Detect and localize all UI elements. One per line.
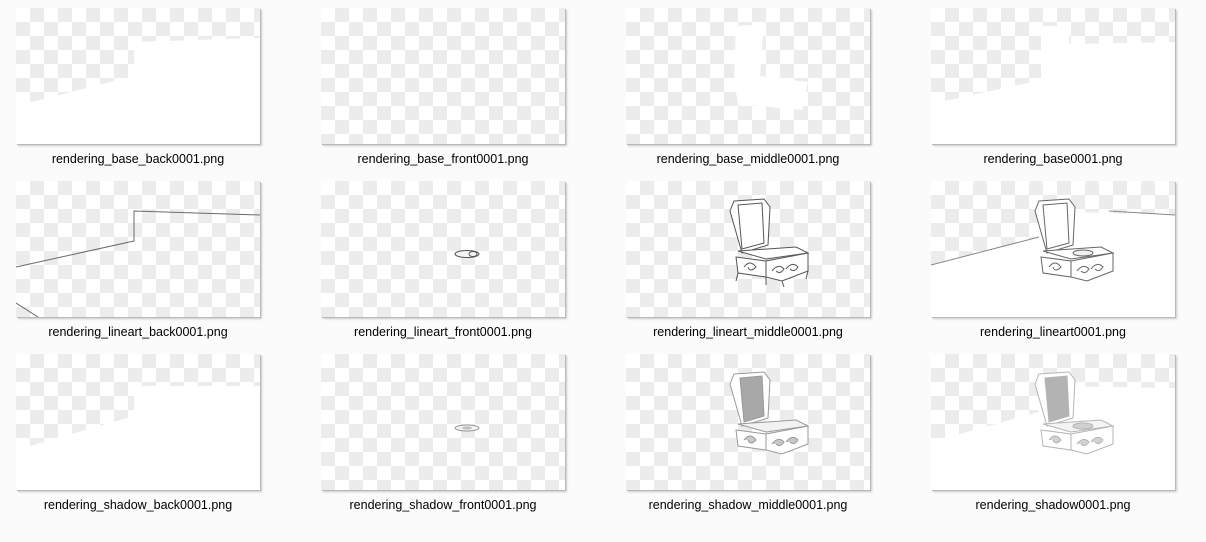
file-item[interactable]: rendering_shadow_back0001.png <box>16 354 286 524</box>
image-thumbnail-icon[interactable] <box>931 354 1175 490</box>
file-name-label[interactable]: rendering_base0001.png <box>911 152 1195 166</box>
file-name-label[interactable]: rendering_base_back0001.png <box>0 152 280 166</box>
image-thumbnail-icon[interactable] <box>16 8 260 144</box>
file-name-label[interactable]: rendering_base_front0001.png <box>301 152 585 166</box>
image-thumbnail-icon[interactable] <box>321 8 565 144</box>
file-item[interactable]: rendering_base_front0001.png <box>321 8 591 178</box>
file-name-label[interactable]: rendering_lineart_middle0001.png <box>606 325 890 339</box>
file-item[interactable]: rendering_lineart_front0001.png <box>321 181 591 351</box>
file-item[interactable]: rendering_shadow_middle0001.png <box>626 354 896 524</box>
file-name-label[interactable]: rendering_shadow_front0001.png <box>301 498 585 512</box>
image-thumbnail-icon[interactable] <box>626 8 870 144</box>
file-name-label[interactable]: rendering_lineart_back0001.png <box>0 325 280 339</box>
file-name-label[interactable]: rendering_shadow_back0001.png <box>0 498 280 512</box>
image-thumbnail-icon[interactable] <box>321 181 565 317</box>
file-name-label[interactable]: rendering_lineart0001.png <box>911 325 1195 339</box>
file-name-label[interactable]: rendering_lineart_front0001.png <box>301 325 585 339</box>
file-thumbnail-grid: rendering_base_back0001.png rendering_ba… <box>0 0 1206 542</box>
image-thumbnail-icon[interactable] <box>931 181 1175 317</box>
image-thumbnail-icon[interactable] <box>16 354 260 490</box>
file-item[interactable]: rendering_shadow_front0001.png <box>321 354 591 524</box>
file-item[interactable]: rendering_lineart_back0001.png <box>16 181 286 351</box>
image-thumbnail-icon[interactable] <box>321 354 565 490</box>
file-name-label[interactable]: rendering_base_middle0001.png <box>606 152 890 166</box>
file-name-label[interactable]: rendering_shadow0001.png <box>911 498 1195 512</box>
file-item[interactable]: rendering_base_back0001.png <box>16 8 286 178</box>
file-name-label[interactable]: rendering_shadow_middle0001.png <box>606 498 890 512</box>
file-item[interactable]: rendering_lineart0001.png <box>931 181 1201 351</box>
image-thumbnail-icon[interactable] <box>626 354 870 490</box>
file-item[interactable]: rendering_lineart_middle0001.png <box>626 181 896 351</box>
file-item[interactable]: rendering_base0001.png <box>931 8 1201 178</box>
file-item[interactable]: rendering_shadow0001.png <box>931 354 1201 524</box>
image-thumbnail-icon[interactable] <box>931 8 1175 144</box>
image-thumbnail-icon[interactable] <box>16 181 260 317</box>
file-item[interactable]: rendering_base_middle0001.png <box>626 8 896 178</box>
image-thumbnail-icon[interactable] <box>626 181 870 317</box>
